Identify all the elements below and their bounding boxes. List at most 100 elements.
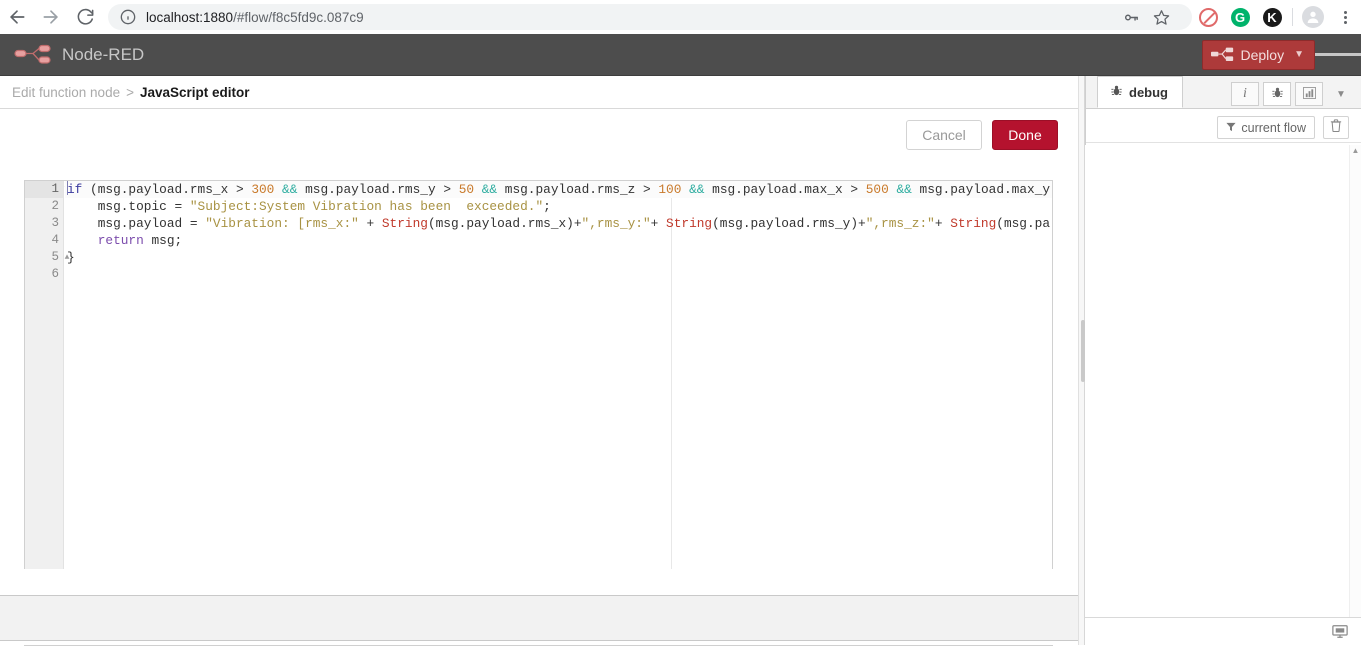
sidebar-menu-button[interactable]: ▼	[1327, 82, 1355, 106]
gutter-line-number[interactable]: 5 ▲	[25, 249, 69, 266]
reload-icon[interactable]	[68, 0, 102, 34]
url-path: /#flow/f8c5fd9c.087c9	[233, 9, 364, 25]
password-key-icon[interactable]	[1116, 4, 1146, 30]
kaspersky-extension-icon[interactable]: K	[1256, 0, 1288, 34]
filter-current-flow-button[interactable]: current flow	[1217, 116, 1315, 139]
gutter-line-number[interactable]: 6	[25, 266, 63, 283]
code-token: msg.topic =	[67, 199, 190, 214]
code-token: msg.payload.rms_y >	[297, 182, 459, 197]
breadcrumb-separator: >	[126, 84, 134, 100]
gutter-line-number[interactable]: 1▼	[25, 181, 69, 198]
code-line[interactable]	[65, 266, 1052, 283]
debug-message-list[interactable]	[1085, 145, 1361, 617]
code-token: msg;	[143, 233, 183, 248]
code-line[interactable]: if (msg.payload.rms_x > 300 && msg.paylo…	[65, 181, 1052, 198]
breadcrumb-parent-link[interactable]: Edit function node	[12, 85, 120, 100]
hamburger-bar	[1330, 53, 1346, 56]
function-editor-panel: Edit function node > JavaScript editor C…	[0, 76, 1078, 646]
bug-icon	[1110, 84, 1123, 100]
deploy-chevron-down-icon[interactable]: ▼	[1294, 49, 1310, 60]
clear-debug-button[interactable]	[1323, 116, 1349, 139]
url-text: localhost:1880/#flow/f8c5fd9c.087c9	[146, 10, 364, 25]
chevron-down-icon: ▼	[1336, 88, 1346, 100]
code-token: "Subject:System Vibration has been excee…	[189, 199, 544, 214]
code-token: msg.payload =	[67, 216, 206, 231]
tab-debug[interactable]: debug	[1097, 76, 1183, 108]
code-token: }	[67, 250, 75, 265]
browser-menu-icon[interactable]	[1329, 0, 1361, 34]
deploy-node-icon	[1210, 47, 1235, 63]
code-token: 50	[458, 182, 475, 197]
gutter-line-number[interactable]: 4	[25, 232, 63, 249]
code-token: return	[97, 233, 144, 248]
breadcrumb-current: JavaScript editor	[139, 84, 250, 100]
adblock-extension-icon[interactable]	[1192, 0, 1224, 34]
tab-debug-label: debug	[1129, 84, 1168, 100]
code-token: String	[381, 216, 428, 231]
debug-tab-button[interactable]	[1263, 82, 1291, 106]
funnel-icon	[1226, 121, 1236, 135]
code-line[interactable]: msg.topic = "Subject:System Vibration ha…	[65, 198, 1052, 215]
debug-sidebar: debug i ▼ current flow ▲	[1085, 76, 1361, 645]
breadcrumb: Edit function node > JavaScript editor	[0, 76, 1078, 109]
code-token: 500	[865, 182, 889, 197]
bar-chart-icon	[1302, 86, 1316, 102]
scroll-up-arrow-icon[interactable]: ▲	[1350, 145, 1361, 157]
node-red-logo-icon	[14, 43, 56, 67]
trash-icon	[1330, 118, 1342, 137]
forward-arrow-icon[interactable]	[34, 0, 68, 34]
deploy-label: Deploy	[1240, 46, 1285, 63]
code-token: (msg.payload.rms_y)+	[712, 216, 866, 231]
code-token: (msg.payload.rms_x >	[82, 182, 252, 197]
deploy-button[interactable]: Deploy ▼	[1201, 39, 1315, 70]
gutter-line-number[interactable]: 2	[25, 198, 63, 215]
site-info-icon[interactable]	[120, 9, 136, 25]
code-line[interactable]: return msg;	[65, 232, 1052, 249]
code-token: &&	[481, 182, 498, 197]
kaspersky-letter: K	[1262, 7, 1282, 27]
code-token: ",rms_z:"	[865, 216, 935, 231]
code-line[interactable]: msg.payload = "Vibration: [rms_x:" + Str…	[65, 215, 1052, 232]
code-token: "Vibration: [rms_x:"	[205, 216, 359, 231]
back-arrow-icon[interactable]	[0, 0, 34, 34]
sidebar-tab-actions: i ▼	[1231, 82, 1361, 108]
done-button[interactable]: Done	[992, 120, 1058, 150]
url-host: localhost:1880	[146, 9, 234, 25]
panel-divider[interactable]	[1078, 76, 1085, 645]
code-line[interactable]: }	[65, 249, 1052, 266]
monitor-icon[interactable]	[1329, 622, 1351, 642]
code-token: &&	[689, 182, 705, 197]
code-text-area[interactable]: if (msg.payload.rms_x > 300 && msg.paylo…	[65, 181, 1052, 628]
code-token: &&	[282, 182, 298, 197]
code-token: +	[358, 216, 382, 231]
grammarly-extension-icon[interactable]: G	[1224, 0, 1256, 34]
gutter-line-number[interactable]: 3	[25, 215, 63, 232]
profile-avatar[interactable]	[1297, 0, 1329, 34]
cancel-button[interactable]: Cancel	[906, 120, 982, 150]
browser-toolbar: localhost:1880/#flow/f8c5fd9c.087c9 G K	[0, 0, 1361, 34]
debug-vertical-scrollbar[interactable]: ▲	[1349, 145, 1361, 617]
editor-footer-bar	[0, 595, 1078, 641]
main-menu-button[interactable]	[1315, 34, 1361, 76]
grammarly-letter: G	[1230, 7, 1250, 27]
info-tab-button[interactable]: i	[1231, 82, 1259, 106]
code-token: if	[67, 182, 83, 197]
code-token: msg.payload.max_x >	[704, 182, 866, 197]
bug-icon	[1271, 86, 1284, 102]
code-token: +	[934, 216, 951, 231]
code-token: 100	[658, 182, 682, 197]
hamburger-bar	[1315, 53, 1331, 56]
debug-filter-bar: current flow	[1085, 109, 1361, 143]
bookmark-star-icon[interactable]	[1146, 4, 1176, 30]
code-token: &&	[896, 182, 912, 197]
app-title: Node-RED	[62, 44, 145, 64]
sidebar-footer	[1085, 617, 1361, 645]
hamburger-bar	[1345, 53, 1361, 56]
dashboard-tab-button[interactable]	[1295, 82, 1323, 106]
code-token: (msg.payload.rms_x)+	[427, 216, 582, 231]
address-bar[interactable]: localhost:1880/#flow/f8c5fd9c.087c9	[108, 4, 1192, 30]
